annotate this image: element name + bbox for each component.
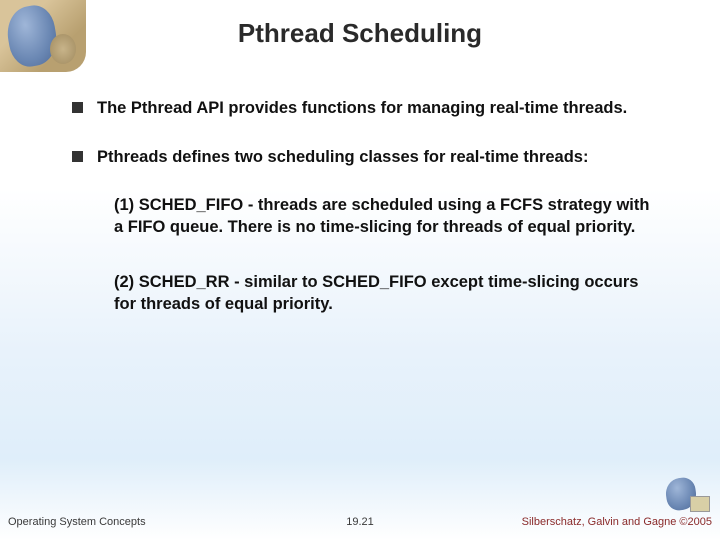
- bullet-item: Pthreads defines two scheduling classes …: [72, 147, 670, 168]
- slide-content: The Pthread API provides functions for m…: [72, 98, 670, 349]
- square-bullet-icon: [72, 102, 83, 113]
- subpoint-text: (1) SCHED_FIFO - threads are scheduled u…: [114, 195, 660, 238]
- square-bullet-icon: [72, 151, 83, 162]
- bullet-text: The Pthread API provides functions for m…: [97, 98, 627, 119]
- slide-title: Pthread Scheduling: [0, 18, 720, 49]
- footer-copyright: Silberschatz, Galvin and Gagne ©2005: [522, 516, 712, 528]
- subpoint-text: (2) SCHED_RR - similar to SCHED_FIFO exc…: [114, 272, 660, 315]
- bullet-item: The Pthread API provides functions for m…: [72, 98, 670, 119]
- bullet-text: Pthreads defines two scheduling classes …: [97, 147, 588, 168]
- slide-footer: Operating System Concepts 19.21 Silbersc…: [0, 504, 720, 528]
